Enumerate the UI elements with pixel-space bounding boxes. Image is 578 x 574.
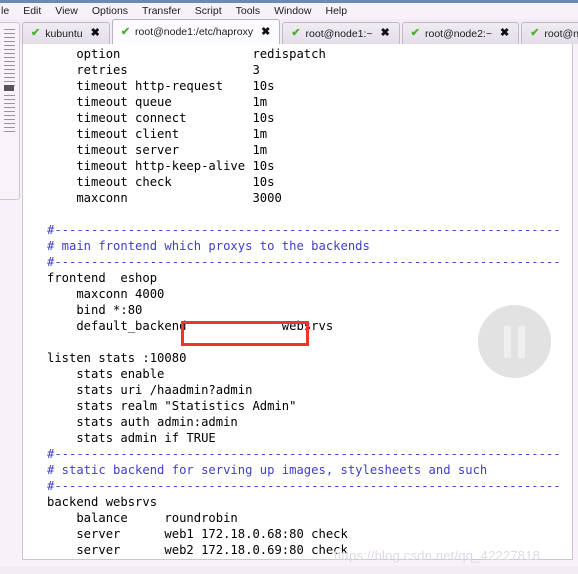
- terminal-line: stats realm "Statistics Admin": [47, 399, 297, 413]
- terminal-screen[interactable]: option redispatch retries 3 timeout http…: [22, 44, 573, 560]
- terminal-line: option redispatch: [47, 47, 326, 61]
- terminal-text: option redispatch retries 3 timeout http…: [47, 46, 561, 559]
- check-icon: ✔: [120, 25, 131, 38]
- tab-root-node1-etc-haproxy[interactable]: ✔ root@node1:/etc/haproxy ✖: [111, 19, 281, 44]
- terminal-line: maxconn 3000: [47, 191, 282, 205]
- menu-item-file[interactable]: le: [0, 3, 16, 19]
- terminal-line: #---------------------------------------…: [47, 255, 561, 269]
- terminal-line: # static backend for serving up images, …: [47, 463, 488, 477]
- menu-item-edit[interactable]: Edit: [16, 3, 48, 19]
- check-icon: ✔: [291, 27, 301, 39]
- terminal-line: timeout http-keep-alive 10s: [47, 159, 275, 173]
- terminal-line: timeout check 10s: [47, 175, 275, 189]
- menu-item-script[interactable]: Script: [188, 3, 229, 19]
- close-icon[interactable]: ✖: [500, 28, 509, 39]
- menu-item-help[interactable]: Help: [318, 3, 354, 19]
- menu-item-view[interactable]: View: [48, 3, 85, 19]
- menu-item-window[interactable]: Window: [267, 3, 318, 19]
- watermark-text: https://blog.csdn.net/qq_42227818: [334, 548, 541, 563]
- terminal-line: #---------------------------------------…: [47, 479, 561, 493]
- check-icon: ✔: [31, 27, 41, 39]
- check-icon: ✔: [530, 27, 540, 39]
- close-icon[interactable]: ✖: [381, 28, 390, 39]
- block-cursor: [30, 559, 38, 560]
- tab-label: root@node1:/etc/haproxy: [135, 26, 254, 38]
- session-list-icon-lower: [4, 95, 15, 133]
- pause-bar-right: [518, 325, 525, 358]
- terminal-line: timeout queue 1m: [47, 95, 268, 109]
- menu-bar: le Edit View Options Transfer Script Too…: [0, 3, 578, 19]
- session-list-icon: [4, 29, 15, 89]
- tab-label: root@node1:~: [305, 27, 373, 40]
- tab-label: kubuntu: [45, 27, 83, 40]
- terminal-line: balance roundrobin: [47, 511, 238, 525]
- session-selected-icon: [4, 85, 14, 91]
- menu-item-tools[interactable]: Tools: [229, 3, 268, 19]
- session-tab-bar: ✔ kubuntu ✖ ✔ root@node1:/etc/haproxy ✖ …: [0, 19, 578, 44]
- tab-label: root@node3:: [544, 27, 578, 40]
- terminal-line: frontend eshop: [47, 271, 158, 285]
- vim-command-prompt: :: [23, 559, 30, 560]
- terminal-line: stats admin if TRUE: [47, 431, 216, 445]
- window-bottom-bar: [0, 566, 578, 574]
- terminal-line: retries 3: [47, 63, 260, 77]
- terminal-line: #---------------------------------------…: [47, 223, 561, 237]
- terminal-line: bind *:80: [47, 303, 143, 317]
- close-icon[interactable]: ✖: [91, 28, 100, 39]
- menu-item-options[interactable]: Options: [85, 3, 135, 19]
- tab-root-node2-home[interactable]: ✔ root@node2:~ ✖: [401, 22, 520, 44]
- terminal-line: stats uri /haadmin?admin: [47, 383, 253, 397]
- terminal-line: timeout server 1m: [47, 143, 268, 157]
- terminal-line: server web1 172.18.0.68:80 check: [47, 527, 348, 541]
- terminal-line: timeout connect 10s: [47, 111, 275, 125]
- terminal-line: # main frontend which proxys to the back…: [47, 239, 370, 253]
- tab-root-node1-home[interactable]: ✔ root@node1:~ ✖: [282, 22, 400, 44]
- pause-bar-left: [504, 325, 511, 358]
- pause-icon[interactable]: [478, 305, 551, 378]
- terminal-line: timeout http-request 10s: [47, 79, 275, 93]
- terminal-line: #---------------------------------------…: [47, 447, 561, 461]
- menu-item-transfer[interactable]: Transfer: [135, 3, 188, 19]
- tab-kubuntu[interactable]: ✔ kubuntu ✖: [22, 22, 110, 44]
- terminal-line: stats auth admin:admin: [47, 415, 238, 429]
- terminal-line: stats enable: [47, 367, 165, 381]
- terminal-line: maxconn 4000: [47, 287, 165, 301]
- terminal-line: timeout client 1m: [47, 127, 268, 141]
- remote-terminal-window: le Edit View Options Transfer Script Too…: [0, 0, 578, 574]
- close-icon[interactable]: ✖: [261, 26, 270, 38]
- check-icon: ✔: [410, 27, 420, 39]
- session-manager-panel[interactable]: [0, 22, 20, 200]
- terminal-line: backend websrvs: [47, 495, 158, 509]
- tab-root-node3[interactable]: ✔ root@node3:: [521, 22, 578, 44]
- tab-label: root@node2:~: [424, 27, 492, 40]
